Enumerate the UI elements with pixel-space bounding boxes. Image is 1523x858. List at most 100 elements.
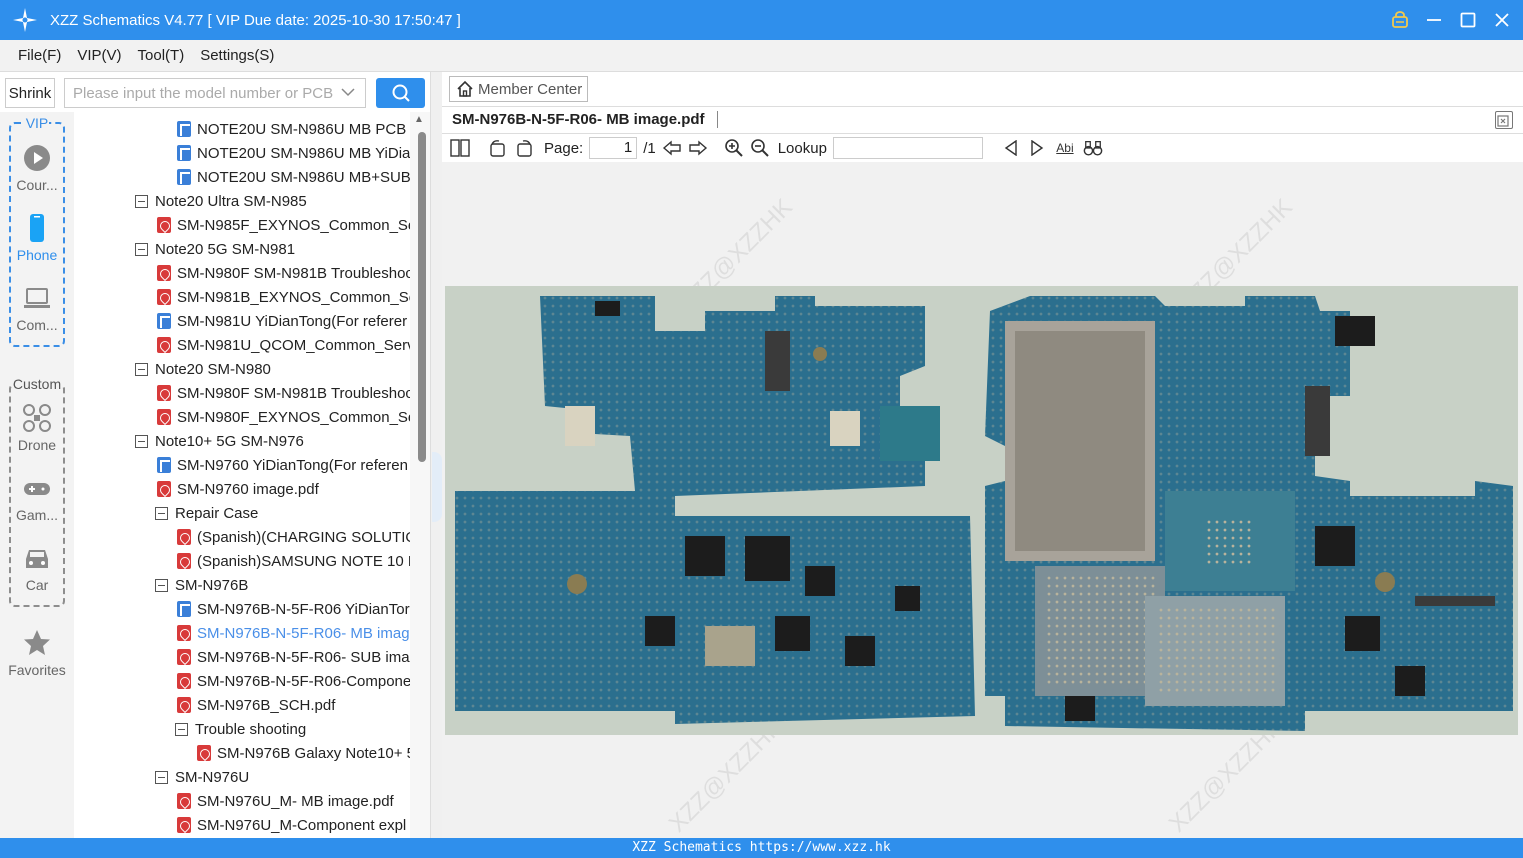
file-tree: NOTE20U SM-N986U MB PCB la NOTE20U SM-N98… [74, 112, 410, 838]
tree-file[interactable]: SM-N981B_EXYNOS_Common_Serv [157, 285, 410, 309]
tree-file[interactable]: SM-N9760 YiDianTong(For referen [157, 453, 408, 477]
tree-file[interactable]: SM-N976B-N-5F-R06-Compone [177, 669, 410, 693]
nav-computer[interactable]: Com... [0, 283, 74, 333]
zoom-in-icon[interactable] [724, 138, 744, 158]
collapse-toggle-icon[interactable] [135, 362, 148, 376]
title-bar: XZZ Schematics V4.77 [ VIP Due date: 202… [0, 0, 1523, 40]
lock-icon[interactable] [1389, 9, 1411, 31]
tree-item-label: (Spanish)(CHARGING SOLUTION [197, 528, 410, 546]
tree-file[interactable]: SM-N981U_QCOM_Common_Servi [157, 333, 410, 357]
rotate-left-icon[interactable] [488, 138, 508, 158]
collapse-toggle-icon[interactable] [135, 194, 148, 208]
menu-bar: File(F) VIP(V) Tool(T) Settings(S) [0, 40, 1523, 72]
next-page-icon[interactable] [688, 138, 708, 158]
find-next-icon[interactable] [1027, 138, 1047, 158]
document-tab[interactable]: SM-N976B-N-5F-R06- MB image.pdf [452, 111, 718, 128]
nav-car[interactable]: Car [0, 543, 74, 593]
tree-folder[interactable]: Note10+ 5G SM-N976 [135, 429, 304, 453]
tree-file[interactable]: NOTE20U SM-N986U MB YiDiar [177, 141, 410, 165]
pdf-file-icon [177, 625, 191, 641]
collapse-toggle-icon[interactable] [155, 578, 168, 592]
tree-file[interactable]: (Spanish)SAMSUNG NOTE 10 PI [177, 549, 410, 573]
pdf-file-icon [177, 529, 191, 545]
collapse-toggle-icon[interactable] [135, 434, 148, 448]
tree-folder[interactable]: Note20 SM-N980 [135, 357, 271, 381]
tree-file[interactable]: NOTE20U SM-N986U MB+SUB Y [177, 165, 410, 189]
tree-file[interactable]: SM-N976U_M-Component expl [177, 813, 406, 837]
nav-courses[interactable]: Cour... [0, 143, 74, 193]
tree-file[interactable]: SM-N981U YiDianTong(For referer [157, 309, 407, 333]
collapse-toggle-icon[interactable] [155, 506, 168, 520]
menu-vip[interactable]: VIP(V) [77, 47, 121, 64]
menu-file[interactable]: File(F) [18, 47, 61, 64]
tree-file[interactable]: SM-N976B Galaxy Note10+ 5 [197, 741, 410, 765]
tree-item-label: SM-N976B-N-5F-R06- MB imag [197, 624, 410, 642]
tree-folder[interactable]: SM-N976U [155, 765, 249, 789]
two-page-icon[interactable] [450, 138, 470, 158]
close-icon[interactable] [1491, 9, 1513, 31]
tree-file[interactable]: SM-N980F SM-N981B Troubleshoc [157, 261, 410, 285]
pdf-file-icon [177, 817, 191, 833]
tree-file[interactable]: SM-N976B-N-5F-R06 YiDianTor [177, 597, 410, 621]
minimize-icon[interactable] [1423, 9, 1445, 31]
tree-item-label: Note10+ 5G SM-N976 [155, 432, 304, 450]
close-tab-icon[interactable] [1495, 111, 1513, 129]
tree-file[interactable]: SM-N976B_SCH.pdf [177, 693, 335, 717]
tree-file[interactable]: SM-N980F SM-N981B Troubleshoc [157, 381, 410, 405]
tree-scroll-thumb[interactable] [418, 132, 426, 462]
tree-folder[interactable]: SM-N976B [155, 573, 248, 597]
page-total: /1 [643, 139, 656, 157]
menu-settings[interactable]: Settings(S) [200, 47, 274, 64]
tree-file[interactable]: SM-N976B-N-5F-R06- MB imag [177, 621, 410, 645]
tree-file[interactable]: (Spanish)(CHARGING SOLUTION [177, 525, 410, 549]
search-input[interactable]: Please input the model number or PCB [64, 78, 366, 108]
tree-file[interactable]: SM-N985F_EXYNOS_Common_Serv [157, 213, 410, 237]
find-prev-icon[interactable] [1001, 138, 1021, 158]
scroll-up-icon[interactable]: ▲ [414, 114, 424, 125]
star-icon [24, 630, 50, 655]
pdf-file-icon [157, 217, 171, 233]
tree-item-label: NOTE20U SM-N986U MB YiDiar [197, 144, 410, 162]
tree-folder[interactable]: Note20 5G SM-N981 [135, 237, 295, 261]
page-input[interactable]: 1 [589, 137, 638, 159]
collapse-toggle-icon[interactable] [135, 242, 148, 256]
nav-game[interactable]: Gam... [0, 473, 74, 523]
pdf-file-icon [157, 265, 171, 281]
vip-caption: VIP [24, 115, 50, 131]
tree-file[interactable]: SM-N976B-N-5F-R06- SUB imag [177, 645, 410, 669]
collapse-toggle-icon[interactable] [175, 722, 188, 736]
collapse-handle[interactable] [432, 452, 442, 522]
prev-page-icon[interactable] [662, 138, 682, 158]
panel-splitter[interactable] [430, 72, 442, 838]
status-bar: XZZ Schematics https://www.xzz.hk [0, 838, 1523, 858]
nav-phone[interactable]: Phone [0, 213, 74, 263]
search-icon [392, 84, 410, 102]
lookup-input[interactable] [832, 137, 983, 159]
zoom-out-icon[interactable] [750, 138, 770, 158]
search-row: Shrink Please input the model number or … [0, 72, 430, 112]
shrink-button[interactable]: Shrink [5, 78, 55, 108]
tree-folder[interactable]: Note20 Ultra SM-N985 [135, 189, 307, 213]
nav-drone[interactable]: Drone [0, 403, 74, 453]
tree-scrollbar[interactable]: ▲ [410, 112, 430, 838]
rotate-right-icon[interactable] [514, 138, 534, 158]
tree-folder[interactable]: Repair Case [155, 501, 258, 525]
binoculars-icon[interactable] [1083, 138, 1103, 158]
match-case-icon[interactable]: Abi [1053, 138, 1077, 158]
tree-file[interactable]: SM-N976U_M- MB image.pdf [177, 789, 394, 813]
tree-file[interactable]: SM-N9760 image.pdf [157, 477, 319, 501]
tree-file[interactable]: NOTE20U SM-N986U MB PCB la [177, 117, 410, 141]
nav-favorites[interactable]: Favorites [0, 628, 74, 678]
maximize-icon[interactable] [1457, 9, 1479, 31]
document-canvas[interactable]: XZZ@XZZHK XZZ@XZZHK XZZ@XZZHK XZZ@XZZHK [442, 162, 1523, 838]
chevron-down-icon[interactable] [341, 84, 355, 100]
collapse-toggle-icon[interactable] [155, 770, 168, 784]
tree-file[interactable]: SM-N980F_EXYNOS_Common_Serv [157, 405, 410, 429]
tree-item-label: SM-N9760 image.pdf [177, 480, 319, 498]
app-logo-icon [13, 8, 37, 32]
member-center-button[interactable]: Member Center [449, 76, 588, 102]
nav-label: Cour... [16, 177, 58, 193]
menu-tool[interactable]: Tool(T) [138, 47, 185, 64]
tree-folder[interactable]: Trouble shooting [175, 717, 306, 741]
search-button[interactable] [376, 78, 425, 108]
